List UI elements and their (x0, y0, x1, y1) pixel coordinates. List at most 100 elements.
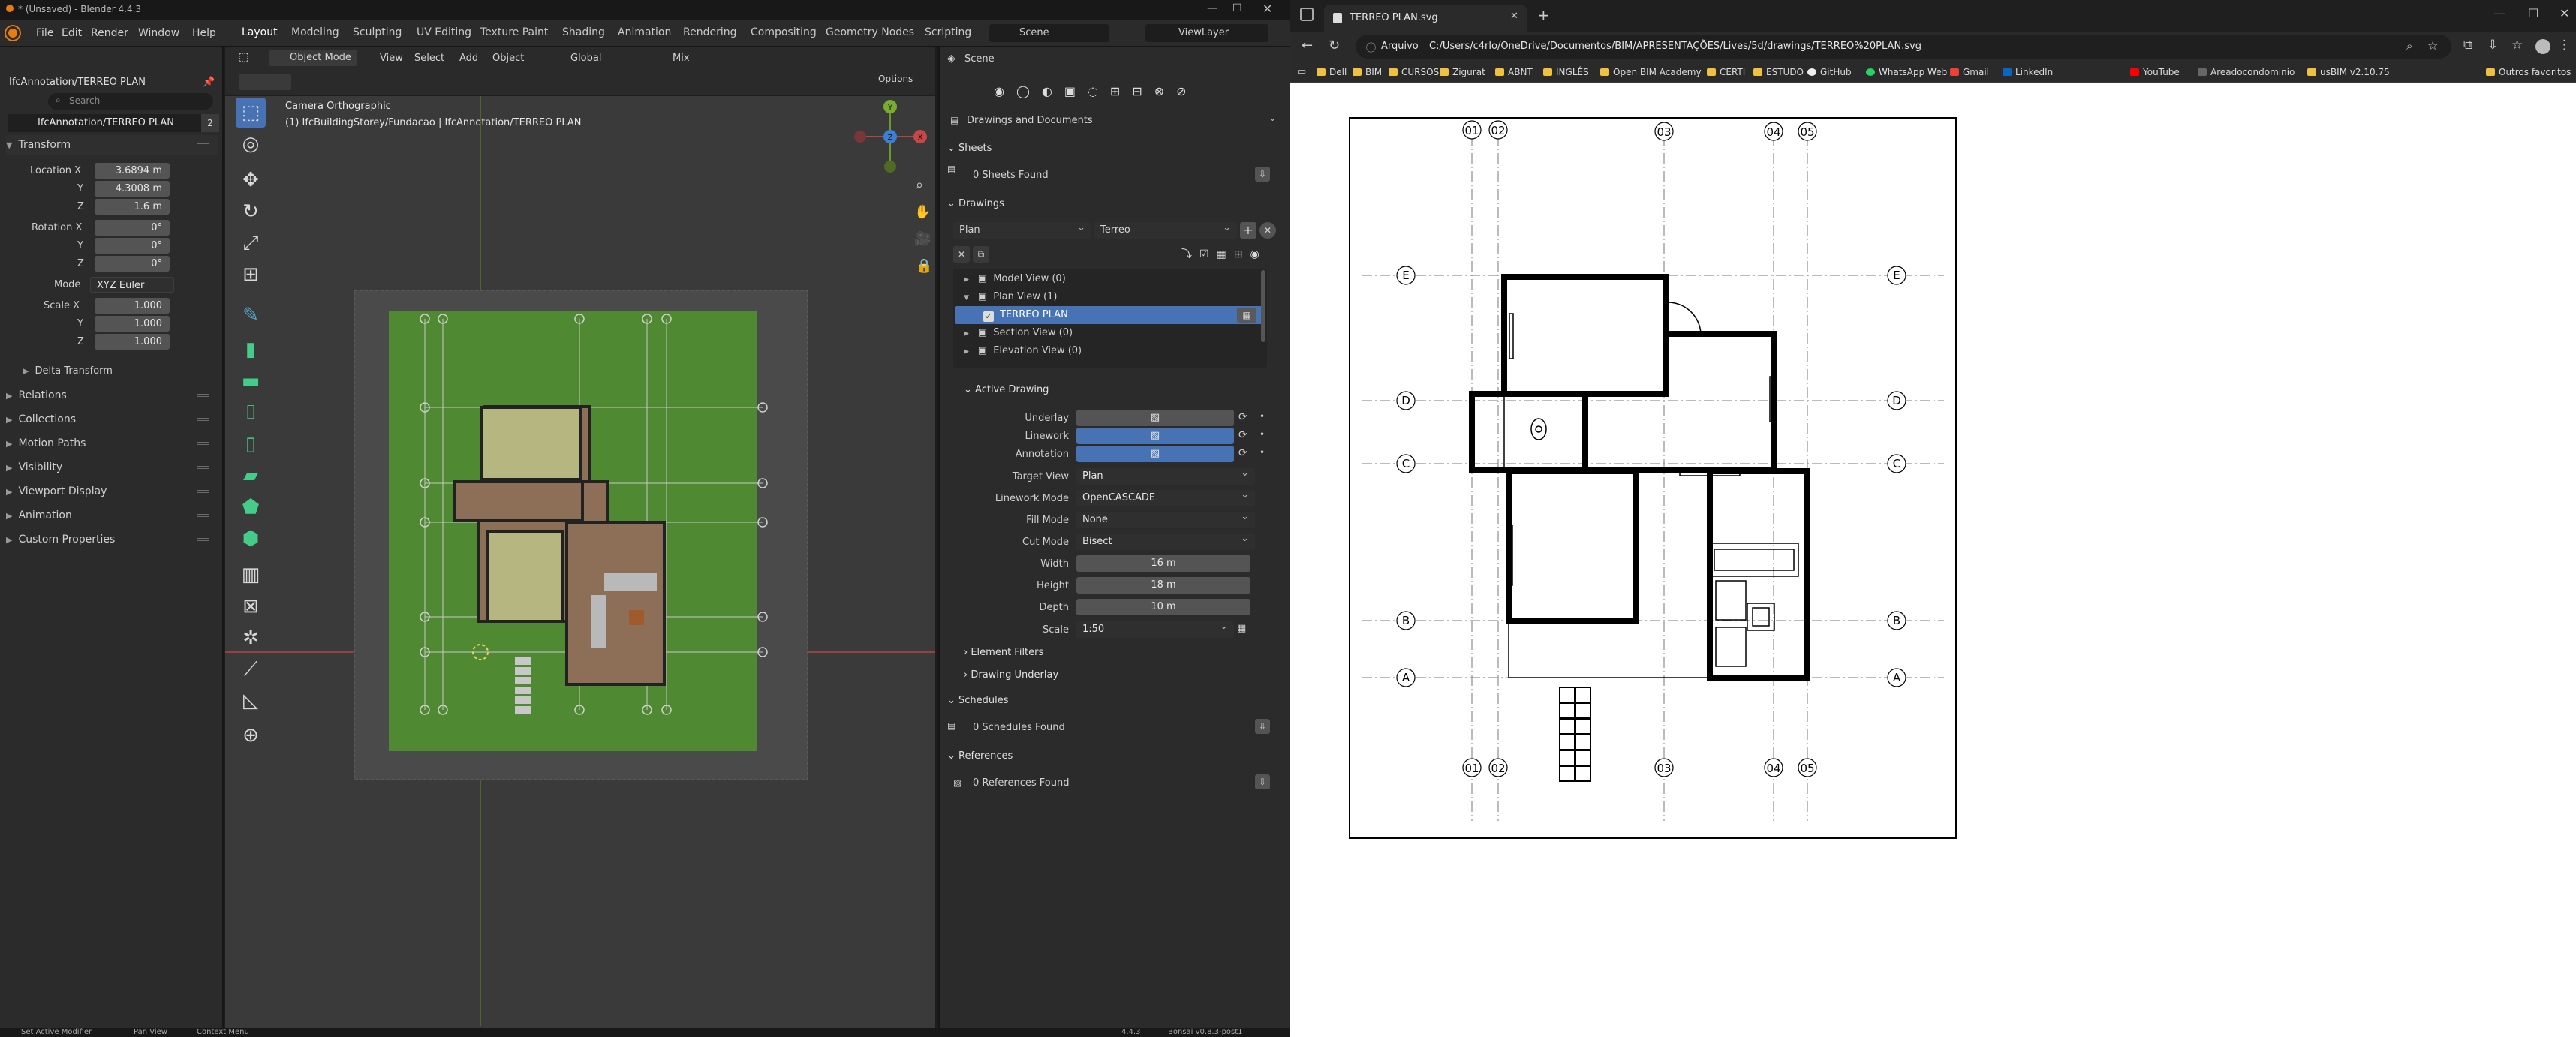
snap-mix-select[interactable]: Mix (673, 53, 690, 64)
rotation-x-field[interactable]: 0° (95, 220, 170, 236)
viewport-display-header[interactable]: ▶ Viewport Display (6, 482, 218, 501)
tree-row-model-view[interactable]: ▶ ▣ Model View (0) (955, 270, 1264, 288)
gizmo-neg-y-icon[interactable] (884, 161, 896, 173)
new-tab-icon[interactable]: + (1537, 6, 1550, 24)
viewport-scene[interactable]: Y X Z ⌕ ✋ 🎥 🔒 (225, 96, 935, 1026)
drag-handle-icon[interactable] (197, 143, 209, 146)
browser-close-icon[interactable]: ✕ (2559, 6, 2569, 20)
more-menu-icon[interactable]: ⋮ (2558, 38, 2571, 53)
viewport-menu-add[interactable]: Add (459, 53, 478, 64)
add-schedule-icon[interactable]: ⇩ (1255, 719, 1270, 734)
zoom-icon[interactable]: ⌕ (916, 177, 923, 193)
profile-avatar[interactable] (2535, 39, 2550, 54)
underlay-field[interactable]: ▨ (1076, 410, 1234, 426)
rotation-z-field[interactable]: 0° (95, 256, 170, 272)
location-y-field[interactable]: 4.3008 m (95, 181, 170, 197)
browser-tab-active[interactable]: TERREO PLAN.svg ✕ (1324, 5, 1527, 32)
collections-header[interactable]: ▶ Collections (6, 410, 218, 429)
bookmark-bim[interactable]: BIM (1353, 67, 1382, 77)
refresh-underlay-icon[interactable]: ⟳ (1238, 411, 1247, 423)
pan-hand-icon[interactable]: ✋ (914, 203, 931, 220)
tab-compositing[interactable]: Compositing (751, 26, 817, 38)
viewport-menu-object[interactable]: Object (492, 53, 524, 64)
bookmark-youtube[interactable]: YouTube (2130, 67, 2180, 77)
orientation-select[interactable]: Global (570, 53, 601, 64)
drag-handle-icon[interactable] (197, 418, 209, 421)
drawing-action-icons[interactable]: ⤵☑▦⊞◉ (1181, 246, 1274, 263)
open-drawing-icon[interactable]: ▦ (1237, 308, 1256, 323)
motion-paths-header[interactable]: ▶ Motion Paths (6, 434, 218, 453)
underlay-dot-icon[interactable]: • (1259, 411, 1265, 422)
bookmark-linkedin[interactable]: LinkedIn (2003, 67, 2053, 77)
add-reference-icon[interactable]: ⇩ (1255, 774, 1270, 789)
tab-texture-paint[interactable]: Texture Paint (480, 26, 548, 38)
cut-mode-select[interactable]: Bisect (1076, 531, 1255, 550)
refresh-annotation-icon[interactable]: ⟳ (1238, 447, 1247, 459)
tab-sculpting[interactable]: Sculpting (353, 26, 402, 38)
tree-row-elevation-view[interactable]: ▶ ▣ Elevation View (0) (955, 342, 1264, 360)
animation-header[interactable]: ▶ Animation (6, 506, 218, 525)
tab-animation[interactable]: Animation (618, 26, 671, 38)
add-sheet-icon[interactable]: ⇩ (1255, 167, 1270, 182)
transform-section-header[interactable]: ▼ Transform (6, 135, 218, 155)
tree-row-section-view[interactable]: ▶ ▣ Section View (0) (955, 324, 1264, 342)
tab-scripting[interactable]: Scripting (925, 26, 971, 38)
extensions-icon[interactable]: ⧉ (2463, 38, 2472, 53)
zoom-lens-icon[interactable]: ⌕ (2406, 39, 2412, 53)
tab-actions-icon[interactable] (1300, 8, 1314, 21)
object-mode-select[interactable]: Object Mode (269, 50, 357, 66)
remove-drawing-icon[interactable]: ✕ (1259, 222, 1276, 239)
search-input[interactable]: ⌕ Search (48, 93, 213, 110)
select-mode-buttons[interactable] (239, 74, 291, 90)
location-z-field[interactable]: 1.6 m (95, 199, 170, 215)
bookmark-areadocondominio[interactable]: Areadocondominio (2198, 67, 2295, 77)
gizmo-neg-x-icon[interactable] (854, 131, 866, 143)
bookmark-cursos[interactable]: CURSOS (1389, 67, 1439, 77)
annotation-dot-icon[interactable]: • (1259, 447, 1265, 458)
tree-scrollbar[interactable] (1261, 270, 1265, 342)
bookmark-zigurat[interactable]: Zigurat (1440, 67, 1485, 77)
menu-window[interactable]: Window (138, 27, 179, 39)
visibility-header[interactable]: ▶ Visibility (6, 458, 218, 477)
browser-maximize-icon[interactable]: ☐ (2528, 6, 2538, 20)
duplicate-drawing-icon[interactable]: ⧉ (973, 246, 989, 263)
pin-icon[interactable]: 📌 (203, 77, 215, 88)
scale-x-field[interactable]: 1.000 (95, 298, 170, 314)
close-drawing-icon[interactable]: ✕ (953, 246, 970, 263)
close-window-icon[interactable]: ✕ (1262, 2, 1272, 16)
bookmark-certi[interactable]: CERTI (1707, 67, 1745, 77)
object-name-field[interactable]: IfcAnnotation/TERREO PLAN 2 (8, 114, 219, 132)
element-filters-header[interactable]: › Element Filters (964, 647, 1043, 658)
drag-handle-icon[interactable] (197, 490, 209, 493)
menu-edit[interactable]: Edit (62, 27, 82, 39)
lock-view-icon[interactable]: 🔒 (916, 258, 932, 274)
object-users-count[interactable]: 2 (201, 114, 219, 132)
drag-handle-icon[interactable] (197, 466, 209, 469)
tree-row-plan-view[interactable]: ▼ ▣ Plan View (1) (955, 288, 1264, 306)
width-field[interactable]: 16 m (1076, 555, 1250, 572)
reload-icon[interactable]: ↻ (1329, 38, 1340, 53)
menu-help[interactable]: Help (192, 27, 216, 39)
tab-uv-editing[interactable]: UV Editing (417, 26, 471, 38)
viewport-menu-select[interactable]: Select (414, 53, 444, 64)
linework-field[interactable]: ▨ (1076, 428, 1234, 444)
navigation-gizmo[interactable]: Y X Z (854, 100, 927, 173)
drag-handle-icon[interactable] (197, 442, 209, 445)
schedules-header[interactable]: ⌄ Schedules (947, 695, 1009, 706)
drawing-type-select[interactable]: Plan ⌄ (953, 222, 1091, 239)
height-field[interactable]: 18 m (1076, 577, 1250, 594)
target-view-select[interactable]: Plan (1076, 465, 1255, 485)
add-drawing-icon[interactable]: + (1240, 222, 1256, 239)
custom-properties-header[interactable]: ▶ Custom Properties (6, 530, 218, 549)
bookmark-abnt[interactable]: ABNT (1495, 67, 1533, 77)
bookmark-gmail[interactable]: Gmail (1950, 67, 1989, 77)
tree-row-terreo-plan[interactable]: ✓ TERREO PLAN ▦ (955, 306, 1264, 324)
annotation-field[interactable]: ▨ (1076, 446, 1234, 462)
refresh-linework-icon[interactable]: ⟳ (1238, 429, 1247, 441)
scale-options-icon[interactable]: ▦ (1237, 623, 1246, 634)
favorites-icon[interactable]: ☆ (2511, 38, 2523, 53)
scale-z-field[interactable]: 1.000 (95, 334, 170, 350)
drag-handle-icon[interactable] (197, 538, 209, 541)
bookmark-star-icon[interactable]: ☆ (2427, 38, 2438, 53)
bookmark-open-bim-academy[interactable]: Open BIM Academy (1600, 67, 1702, 77)
